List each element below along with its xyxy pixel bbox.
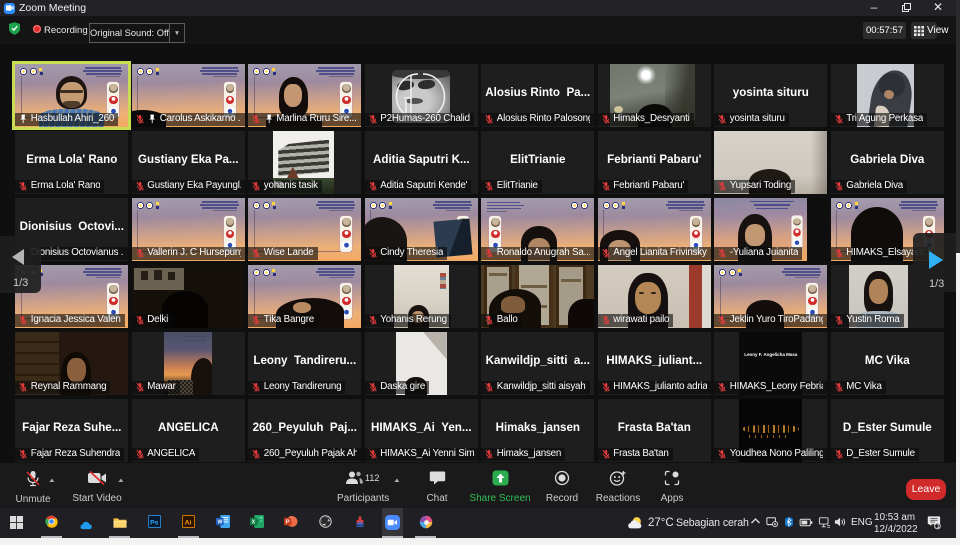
svg-text:1: 1 <box>937 524 940 530</box>
svg-text:Ai: Ai <box>185 519 192 526</box>
svg-text:Ps: Ps <box>150 519 159 526</box>
svg-text:P: P <box>286 519 290 525</box>
svg-text:X: X <box>252 519 256 525</box>
svg-text:112: 112 <box>365 473 379 483</box>
